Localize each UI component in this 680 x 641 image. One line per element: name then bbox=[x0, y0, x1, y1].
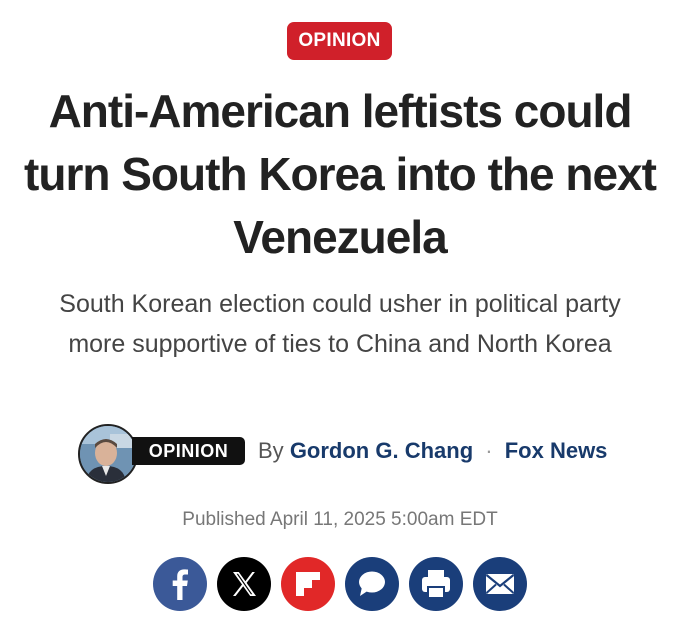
byline-separator: · bbox=[485, 438, 493, 463]
by-prefix: By bbox=[258, 438, 284, 463]
opinion-label: OPINION bbox=[132, 437, 245, 465]
email-share-button[interactable] bbox=[473, 557, 527, 611]
article-header: OPINION Anti-American leftists could tur… bbox=[0, 0, 680, 641]
published-timestamp: Published April 11, 2025 5:00am EDT bbox=[182, 509, 498, 530]
share-bar bbox=[150, 557, 530, 613]
article-headline: Anti-American leftists could turn South … bbox=[24, 85, 657, 263]
opinion-section-badge[interactable]: OPINION bbox=[287, 22, 392, 60]
comment-button[interactable] bbox=[345, 557, 399, 611]
facebook-share-button[interactable] bbox=[153, 557, 207, 611]
byline: OPINION By Gordon G. Chang · Fox News bbox=[78, 424, 638, 484]
article-subheadline: South Korean election could usher in pol… bbox=[59, 290, 621, 358]
email-icon bbox=[485, 574, 515, 594]
byline-text: By Gordon G. Chang · Fox News bbox=[258, 437, 607, 465]
flipboard-icon bbox=[296, 572, 320, 596]
facebook-icon bbox=[172, 569, 188, 600]
comment-icon bbox=[359, 571, 385, 596]
print-icon bbox=[422, 570, 450, 598]
author-avatar[interactable] bbox=[78, 424, 138, 484]
print-button[interactable] bbox=[409, 557, 463, 611]
x-icon bbox=[233, 572, 256, 596]
flipboard-share-button[interactable] bbox=[281, 557, 335, 611]
outlet-link[interactable]: Fox News bbox=[505, 438, 608, 463]
x-share-button[interactable] bbox=[217, 557, 271, 611]
author-link[interactable]: Gordon G. Chang bbox=[290, 438, 473, 463]
